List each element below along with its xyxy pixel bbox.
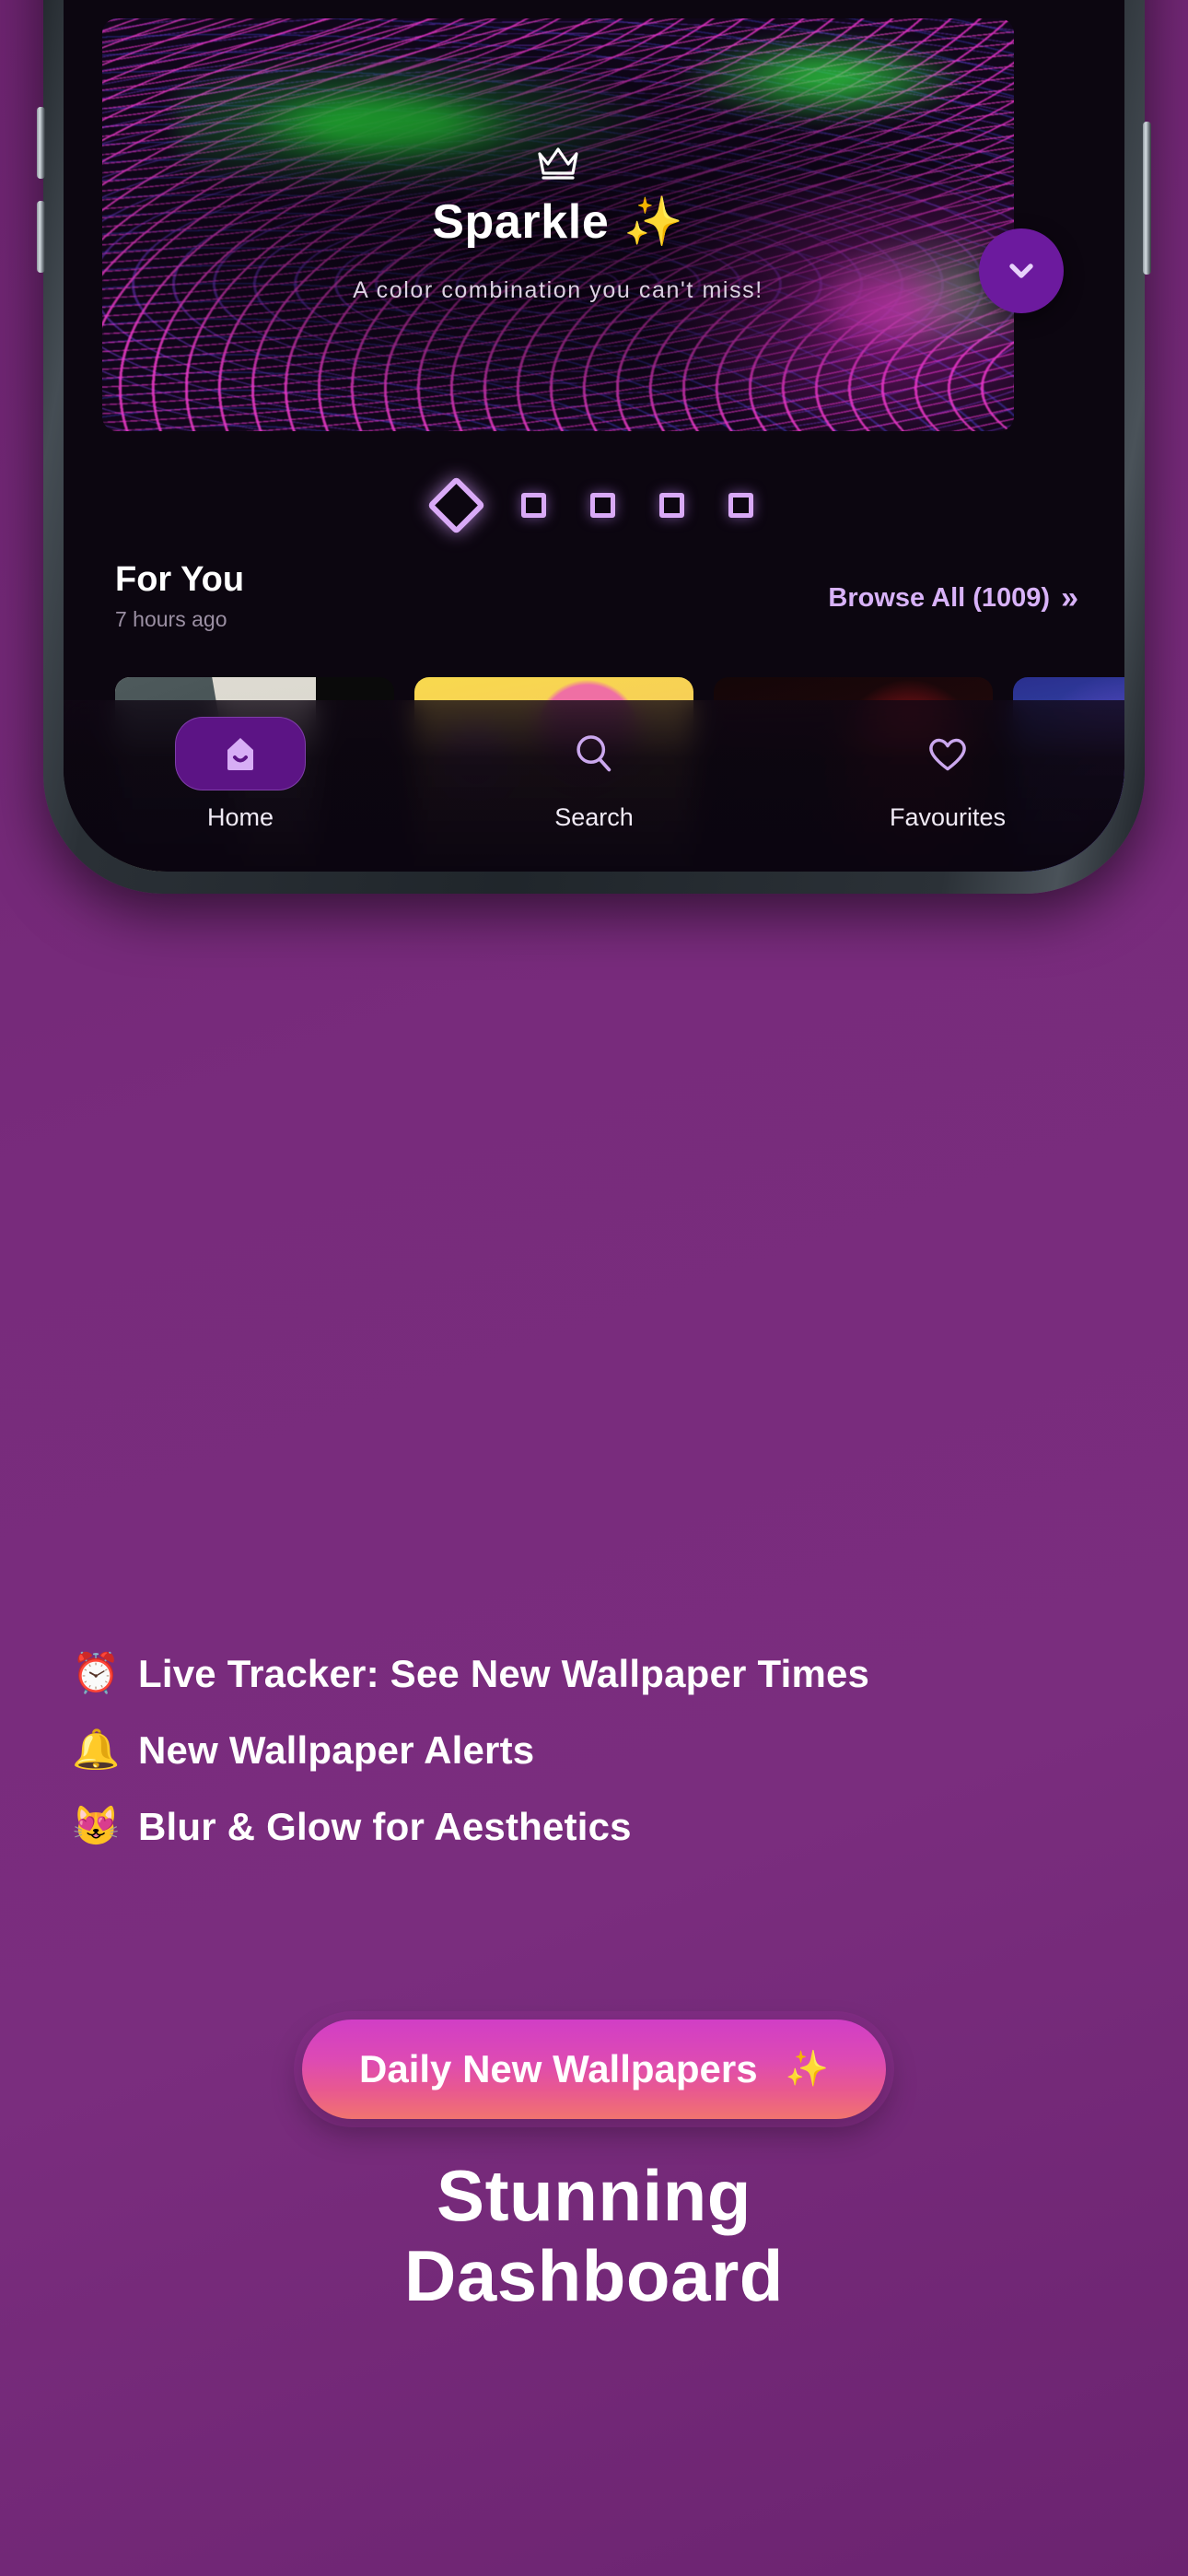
- hero-subtitle: A color combination you can't miss!: [353, 277, 763, 303]
- phone-screen: Sparkle ✨ A color combination you can't …: [64, 0, 1124, 872]
- chevron-down-icon: [1009, 263, 1033, 278]
- for-you-titles: For You 7 hours ago: [115, 560, 244, 632]
- hero-title-text: Sparkle: [432, 194, 610, 249]
- pagination-dot-2[interactable]: [520, 492, 546, 518]
- heart-icon: [929, 738, 966, 771]
- search-icon-wrap[interactable]: [529, 717, 659, 790]
- feature-text-live-tracker: Live Tracker: See New Wallpaper Times: [138, 1651, 870, 1695]
- cta-container: Daily New Wallpapers ✨: [0, 2020, 1188, 2119]
- pagination-dot-5[interactable]: [728, 492, 753, 518]
- for-you-section-header: For You 7 hours ago Browse All (1009) »: [64, 560, 1124, 652]
- nav-item-search[interactable]: Search: [417, 717, 771, 832]
- feature-item-alerts: 🔔 New Wallpaper Alerts: [72, 1712, 1122, 1788]
- nav-label-favourites: Favourites: [889, 803, 1007, 831]
- double-chevron-right-icon: »: [1061, 580, 1078, 615]
- home-active-pill[interactable]: [175, 717, 306, 790]
- hero-featured-card[interactable]: Sparkle ✨ A color combination you can't …: [102, 18, 1014, 431]
- feature-text-blur-glow: Blur & Glow for Aesthetics: [138, 1804, 632, 1848]
- heart-icon-wrap[interactable]: [882, 717, 1013, 790]
- power-button[interactable]: [1143, 122, 1151, 275]
- volume-up-button[interactable]: [37, 107, 45, 179]
- nav-item-favourites[interactable]: Favourites: [771, 717, 1124, 832]
- sparkle-emoji: ✨: [785, 2050, 829, 2089]
- page-headline: Stunning Dashboard: [0, 2155, 1188, 2317]
- pagination-dot-4[interactable]: [658, 492, 684, 518]
- cta-label: Daily New Wallpapers: [359, 2047, 758, 2090]
- feature-item-live-tracker: ⏰ Live Tracker: See New Wallpaper Times: [72, 1635, 1122, 1712]
- search-icon: [577, 735, 611, 772]
- headline-line-1: Stunning: [437, 2155, 751, 2236]
- app-screen: Sparkle ✨ A color combination you can't …: [64, 0, 1124, 872]
- pagination-dot-3[interactable]: [589, 492, 615, 518]
- for-you-timestamp: 7 hours ago: [115, 607, 227, 631]
- alarm-clock-emoji: ⏰: [72, 1651, 121, 1694]
- bottom-navigation-bar[interactable]: Home Search Favourites: [64, 700, 1124, 872]
- nav-label-home: Home: [206, 803, 274, 831]
- sparkle-emoji: ✨: [623, 195, 684, 249]
- home-icon: [227, 738, 253, 770]
- nav-item-home[interactable]: Home: [64, 717, 417, 832]
- feature-list: ⏰ Live Tracker: See New Wallpaper Times …: [72, 1635, 1122, 1865]
- browse-all-label: Browse All (1009): [828, 583, 1051, 613]
- pagination-dot-active[interactable]: [426, 475, 485, 534]
- hero-title-row: Sparkle ✨: [432, 193, 683, 250]
- nav-label-search: Search: [554, 803, 634, 831]
- scroll-down-fab[interactable]: [979, 228, 1064, 313]
- phone-mockup: Sparkle ✨ A color combination you can't …: [37, 0, 1151, 894]
- feature-item-blur-glow: 😻 Blur & Glow for Aesthetics: [72, 1788, 1122, 1865]
- browse-all-button[interactable]: Browse All (1009) »: [828, 580, 1078, 616]
- crown-icon: [537, 146, 579, 181]
- bell-emoji: 🔔: [72, 1727, 121, 1771]
- heart-eyes-cat-emoji: 😻: [72, 1804, 121, 1847]
- hero-text-block: Sparkle ✨ A color combination you can't …: [102, 18, 1014, 431]
- headline-line-2: Dashboard: [404, 2235, 784, 2317]
- feature-text-alerts: New Wallpaper Alerts: [138, 1727, 535, 1772]
- volume-down-button[interactable]: [37, 201, 45, 273]
- carousel-pagination[interactable]: [64, 475, 1124, 534]
- for-you-title: For You: [115, 560, 245, 599]
- daily-new-wallpapers-button[interactable]: Daily New Wallpapers ✨: [302, 2020, 886, 2119]
